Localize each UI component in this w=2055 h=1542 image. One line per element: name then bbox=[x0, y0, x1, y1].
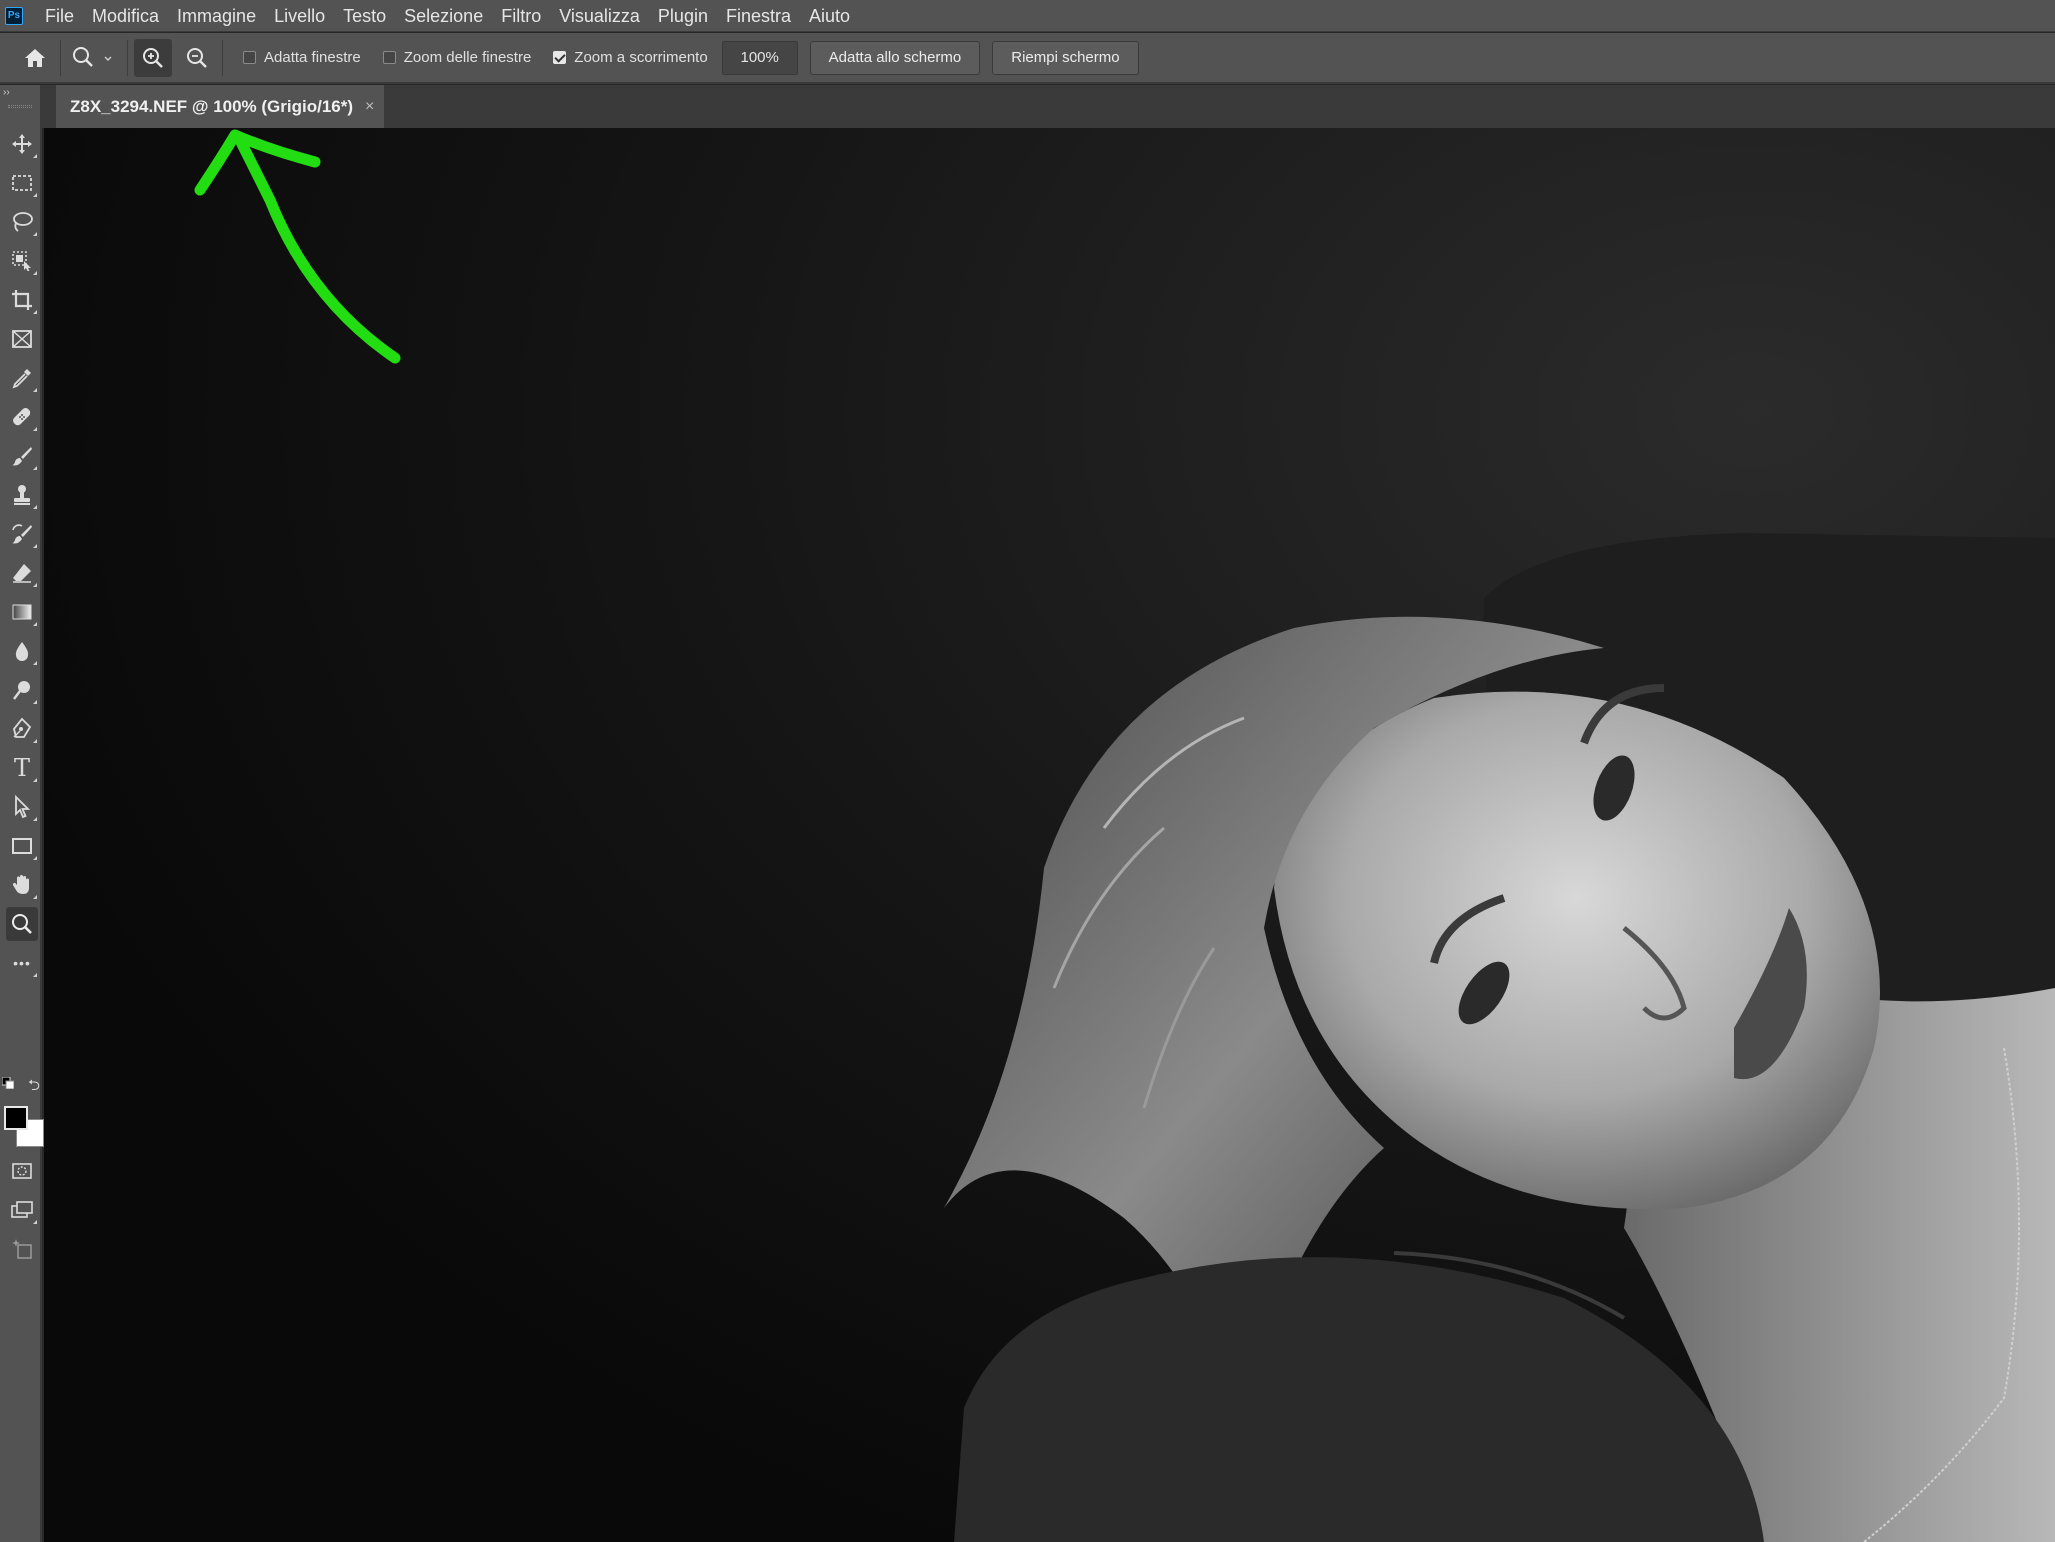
zoom-tool-preset-picker[interactable] bbox=[67, 39, 121, 77]
zoom-in-icon[interactable] bbox=[134, 38, 172, 77]
history-brush-icon bbox=[12, 524, 32, 544]
menu-finestra[interactable]: Finestra bbox=[726, 6, 791, 26]
move-tool[interactable] bbox=[6, 127, 38, 161]
brush-tool[interactable] bbox=[6, 439, 38, 473]
menu-file[interactable]: File bbox=[45, 6, 74, 26]
close-icon[interactable]: × bbox=[365, 98, 374, 116]
eraser-icon bbox=[13, 564, 31, 583]
more-icon: ••• bbox=[13, 955, 31, 971]
options-bar: Adatta finestre Zoom delle finestre Zoom… bbox=[0, 33, 2055, 84]
default-colors-icon[interactable] bbox=[2, 1077, 14, 1089]
hand-icon bbox=[12, 875, 30, 894]
marquee-icon bbox=[12, 175, 32, 191]
dodge-tool[interactable] bbox=[6, 673, 38, 707]
fit-windows-label: Adatta finestre bbox=[264, 49, 361, 66]
screen-mode-icon bbox=[11, 1201, 33, 1218]
panel-collapse-icon[interactable]: ›› bbox=[3, 87, 10, 98]
stamp-icon bbox=[14, 485, 30, 505]
zoom-all-windows-checkbox[interactable]: Zoom delle finestre bbox=[382, 49, 532, 66]
menu-filtro[interactable]: Filtro bbox=[501, 6, 541, 26]
rectangle-icon bbox=[12, 838, 32, 854]
tools-panel: ›› T ••• ⮌ bbox=[0, 85, 44, 1542]
menu-aiuto[interactable]: Aiuto bbox=[809, 6, 850, 26]
more-tools-button[interactable]: ••• bbox=[6, 946, 38, 980]
scrubby-zoom-box[interactable] bbox=[553, 51, 567, 64]
menu-plugin[interactable]: Plugin bbox=[658, 6, 708, 26]
quick-mask-button[interactable] bbox=[6, 1154, 38, 1188]
zoom-all-windows-box[interactable] bbox=[382, 51, 396, 64]
zoom-tool[interactable] bbox=[6, 907, 38, 941]
home-icon[interactable] bbox=[16, 39, 54, 77]
menu-livello[interactable]: Livello bbox=[274, 6, 325, 26]
type-tool[interactable]: T bbox=[6, 751, 38, 785]
zoom-out-icon[interactable] bbox=[178, 39, 216, 77]
menu-modifica[interactable]: Modifica bbox=[92, 6, 159, 26]
panel-grip[interactable] bbox=[8, 105, 32, 108]
fit-screen-button[interactable]: Adatta allo schermo bbox=[809, 40, 981, 75]
path-select-icon bbox=[15, 795, 31, 819]
photoshop-logo: Ps bbox=[5, 6, 23, 25]
menu-visualizza[interactable]: Visualizza bbox=[559, 6, 640, 26]
crop-tool[interactable] bbox=[6, 283, 38, 317]
document-tab[interactable]: Z8X_3294.NEF @ 100% (Grigio/16*) × bbox=[56, 85, 384, 128]
menu-testo[interactable]: Testo bbox=[343, 6, 386, 26]
blur-icon bbox=[15, 642, 29, 661]
healing-brush-tool[interactable] bbox=[6, 400, 38, 434]
eyedropper-tool[interactable] bbox=[6, 361, 38, 395]
fill-screen-button[interactable]: Riempi schermo bbox=[992, 40, 1139, 75]
menu-immagine[interactable]: Immagine bbox=[177, 6, 256, 26]
quick-mask-icon bbox=[12, 1163, 32, 1179]
hand-tool[interactable] bbox=[6, 868, 38, 902]
options-divider bbox=[60, 39, 61, 76]
options-divider bbox=[222, 39, 223, 76]
zoom-icon bbox=[12, 914, 32, 934]
gradient-icon bbox=[12, 604, 32, 620]
scrubby-zoom-label: Zoom a scorrimento bbox=[574, 49, 708, 66]
crop-icon bbox=[12, 290, 32, 310]
eyedropper-icon bbox=[12, 369, 31, 389]
pen-icon bbox=[13, 717, 32, 738]
move-icon bbox=[12, 134, 32, 154]
healing-icon bbox=[13, 408, 31, 426]
menu-bar: Ps File Modifica Immagine Livello Testo … bbox=[0, 0, 2055, 32]
lasso-icon bbox=[13, 212, 33, 232]
foreground-color-swatch[interactable] bbox=[4, 1106, 28, 1130]
blur-tool[interactable] bbox=[6, 634, 38, 668]
object-select-tool[interactable] bbox=[6, 244, 38, 278]
zoom-percent-button[interactable]: 100% bbox=[721, 40, 798, 75]
frame-tool[interactable] bbox=[6, 322, 38, 356]
pen-tool[interactable] bbox=[6, 712, 38, 746]
clone-stamp-tool[interactable] bbox=[6, 478, 38, 512]
portrait-photo bbox=[44, 128, 2055, 1542]
screen-mode-button[interactable] bbox=[6, 1193, 38, 1227]
gradient-tool[interactable] bbox=[6, 595, 38, 629]
generative-button[interactable] bbox=[6, 1232, 38, 1266]
fit-windows-checkbox[interactable]: Adatta finestre bbox=[243, 49, 361, 66]
generative-icon bbox=[12, 1239, 32, 1259]
menu-selezione[interactable]: Selezione bbox=[404, 6, 483, 26]
frame-icon bbox=[12, 330, 32, 348]
dodge-icon bbox=[13, 681, 30, 700]
document-tab-bar: Z8X_3294.NEF @ 100% (Grigio/16*) × bbox=[42, 85, 2055, 128]
history-brush-tool[interactable] bbox=[6, 517, 38, 551]
document-canvas[interactable] bbox=[44, 128, 2055, 1542]
marquee-tool[interactable] bbox=[6, 166, 38, 200]
zoom-all-windows-label: Zoom delle finestre bbox=[403, 49, 532, 66]
options-divider bbox=[127, 39, 128, 76]
fit-windows-box[interactable] bbox=[243, 51, 256, 64]
swap-colors-icon[interactable]: ⮌ bbox=[28, 1075, 40, 1100]
rectangle-tool[interactable] bbox=[6, 829, 38, 863]
eraser-tool[interactable] bbox=[6, 556, 38, 590]
object-select-icon bbox=[12, 251, 31, 271]
type-icon: T bbox=[13, 754, 30, 782]
scrubby-zoom-checkbox[interactable]: Zoom a scorrimento bbox=[553, 49, 708, 66]
brush-icon bbox=[12, 447, 32, 466]
path-selection-tool[interactable] bbox=[6, 790, 38, 824]
lasso-tool[interactable] bbox=[6, 205, 38, 239]
document-tab-title: Z8X_3294.NEF @ 100% (Grigio/16*) bbox=[70, 96, 354, 116]
